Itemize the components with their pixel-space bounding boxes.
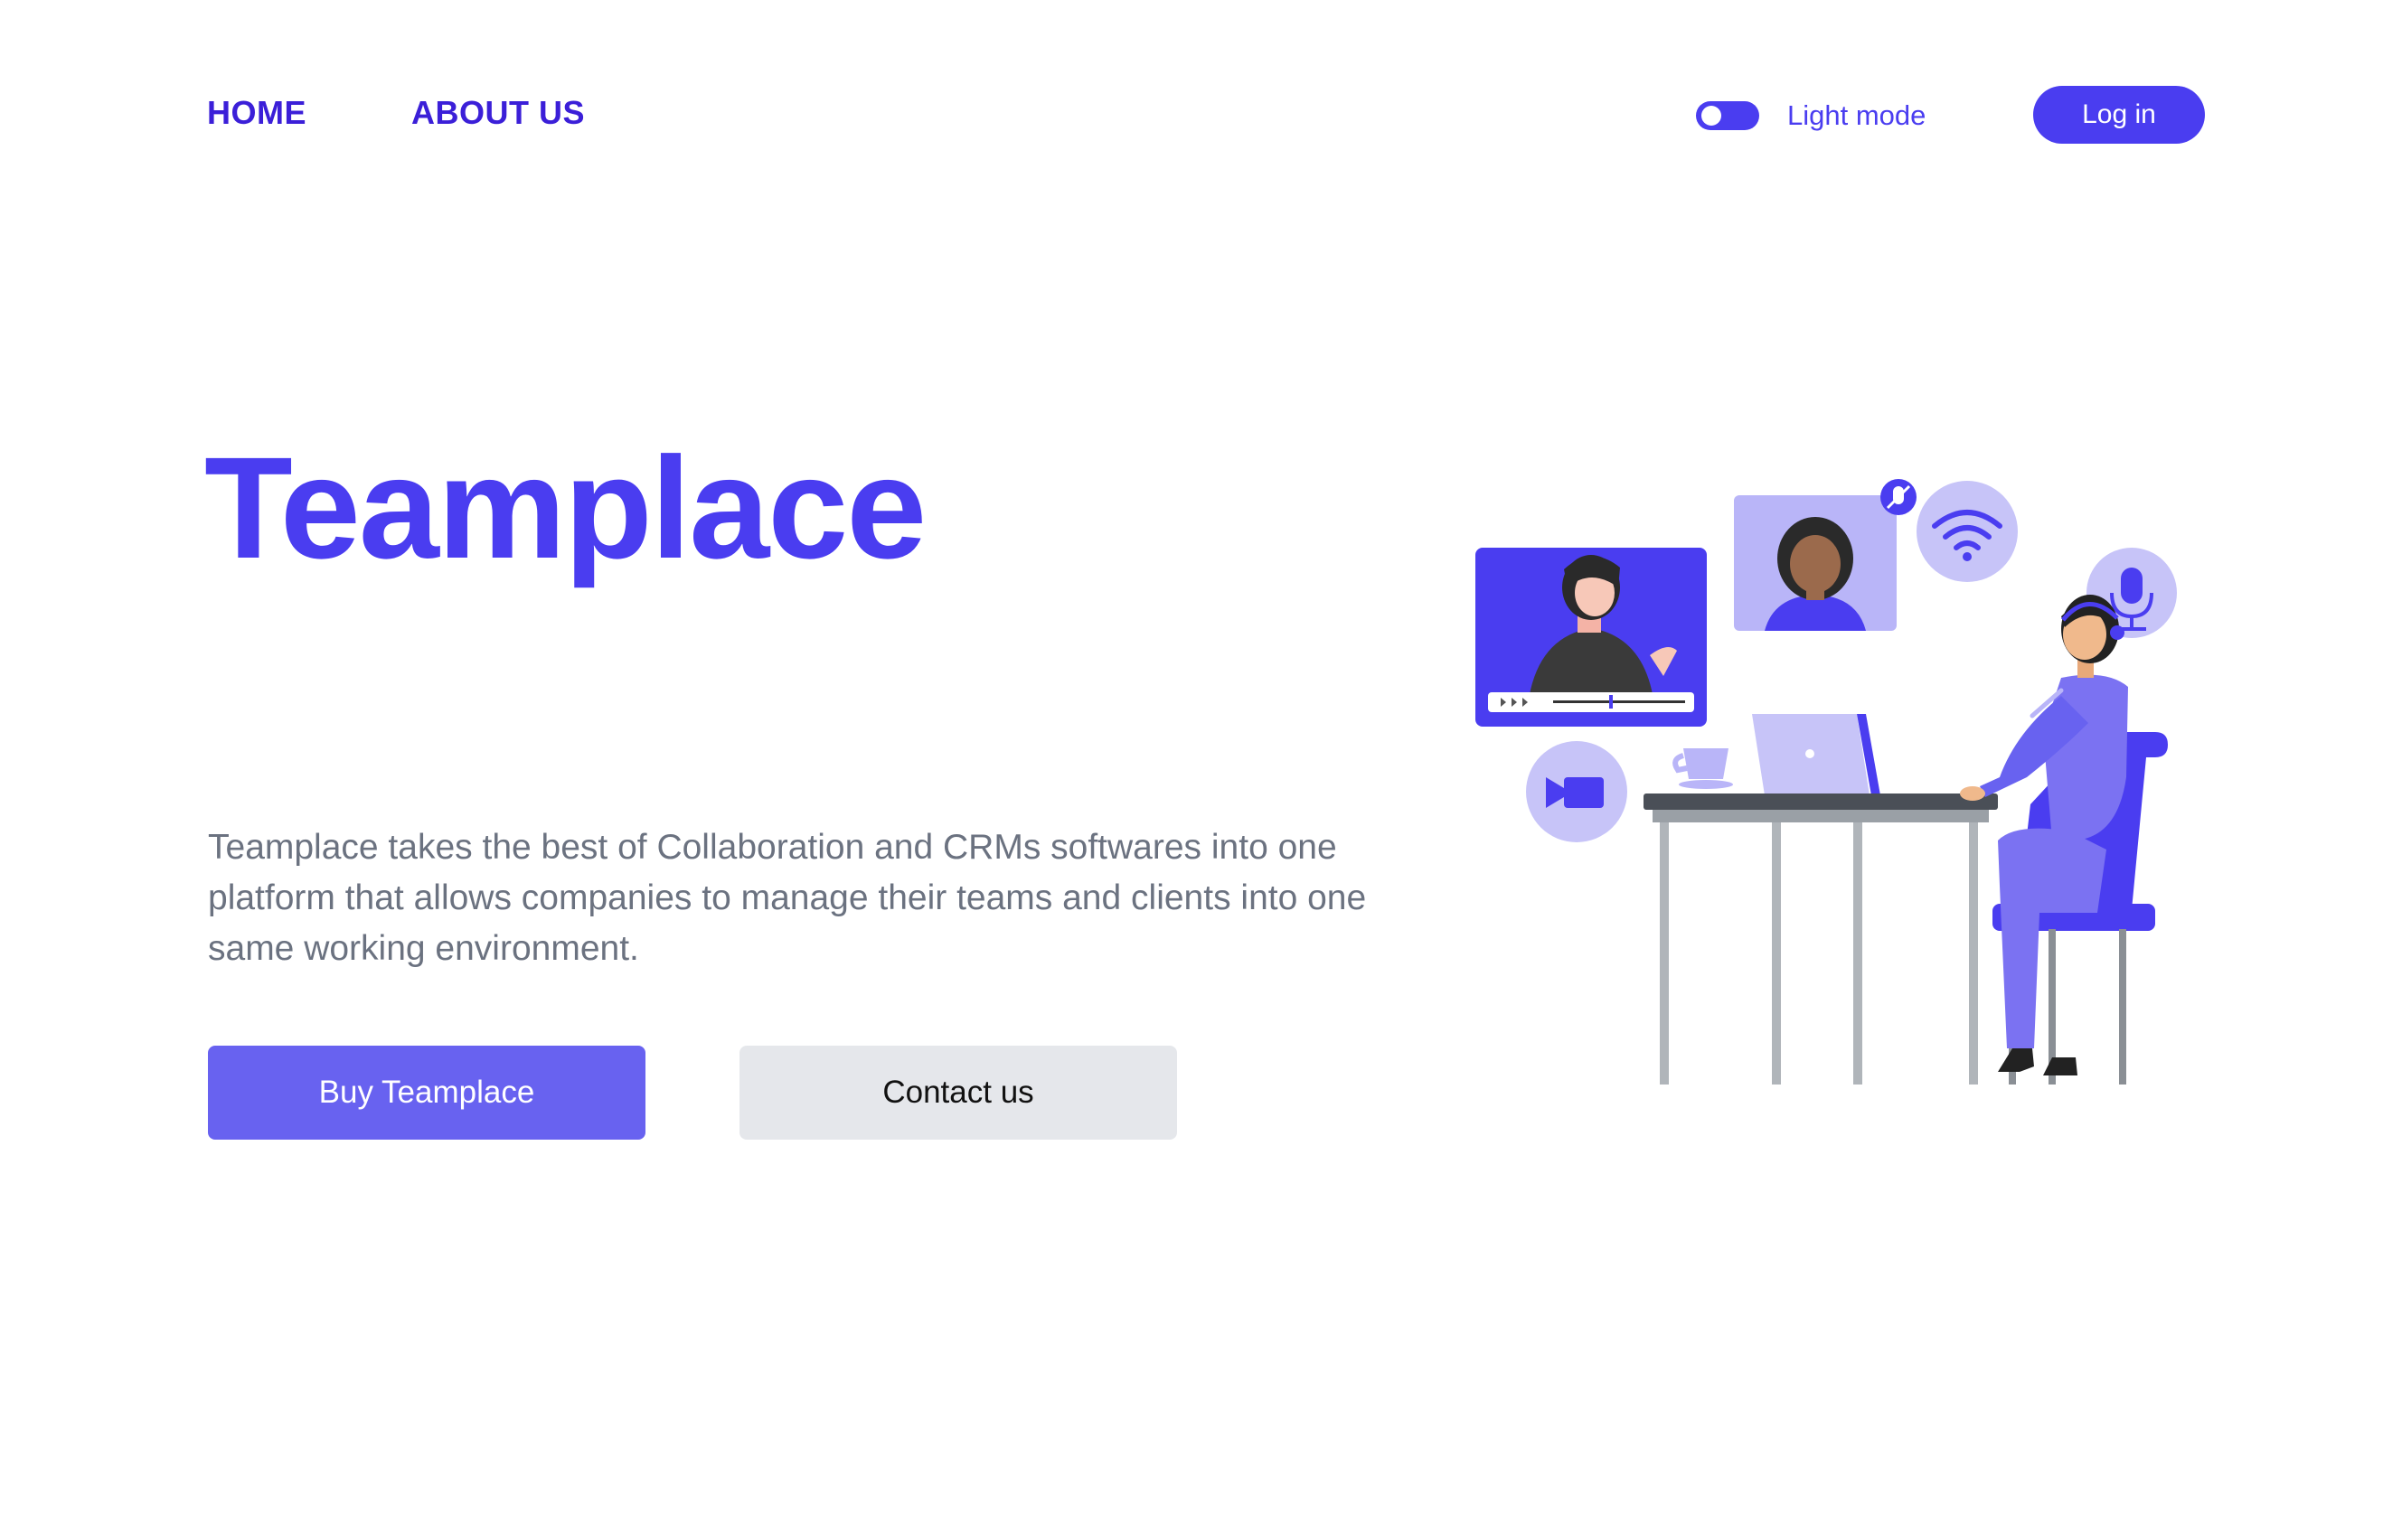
desk (1644, 793, 1998, 1085)
hero-illustration (1475, 479, 2177, 1085)
toggle-knob (1701, 106, 1721, 126)
nav-about-link[interactable]: ABOUT US (411, 94, 585, 132)
theme-mode-label: Light mode (1787, 99, 1926, 131)
wifi-icon (1917, 481, 2018, 582)
hero-title: Teamplace (204, 427, 927, 588)
nav-home-link[interactable]: HOME (207, 94, 306, 132)
coffee-cup-icon (1672, 748, 1733, 789)
buy-button[interactable]: Buy Teamplace (208, 1046, 645, 1140)
video-camera-icon (1526, 741, 1627, 842)
theme-toggle[interactable] (1696, 101, 1759, 130)
video-call-tile-icon (1475, 548, 1707, 727)
mute-icon (1880, 479, 1917, 515)
hero-description: Teamplace takes the best of Collaboratio… (208, 828, 1367, 968)
landing-page: HOME ABOUT US Light mode Log in Teamplac… (0, 0, 2383, 1540)
laptop-icon (1752, 714, 1880, 795)
contact-button[interactable]: Contact us (739, 1046, 1177, 1140)
participant-tile-icon (1734, 495, 1897, 631)
login-button[interactable]: Log in (2033, 86, 2205, 144)
